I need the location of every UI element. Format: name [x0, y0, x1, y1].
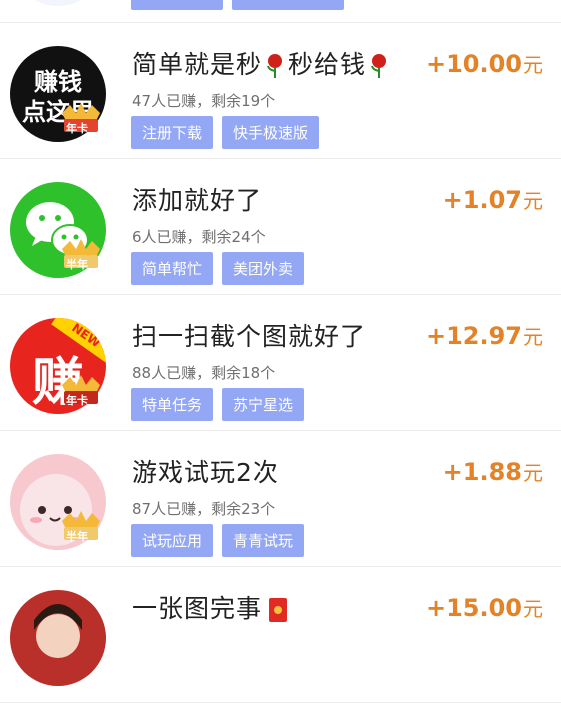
task-item[interactable]: NEW 赚 年卡 扫一扫截个图就好了 88人已赚，剩余18个 特单任务 苏宁星选…: [0, 295, 561, 431]
task-meta: 88人已赚，剩余18个: [132, 364, 276, 382]
task-item[interactable]: 半年 游戏试玩2次 87人已赚，剩余23个 试玩应用 青青试玩 +1.88元: [0, 431, 561, 567]
task-tags: [131, 0, 344, 10]
task-tags: 简单帮忙 美团外卖: [131, 252, 305, 285]
task-title[interactable]: 游戏试玩2次: [132, 453, 279, 489]
task-meta: 87人已赚，剩余23个: [132, 500, 276, 518]
rose-icon: [267, 54, 283, 78]
task-tag[interactable]: 苏宁星选: [222, 388, 305, 421]
red-envelope-icon: [269, 598, 288, 622]
task-item[interactable]: 赚钱 点这里 年卡 简单就是秒 秒给钱 47人已赚，剩余19个 注册下载 快手极速…: [0, 23, 561, 159]
task-item[interactable]: 一张图完事 +15.00元: [0, 567, 561, 703]
task-tag[interactable]: [232, 0, 344, 10]
task-title[interactable]: 简单就是秒 秒给钱: [132, 45, 392, 81]
task-title[interactable]: 添加就好了: [132, 181, 262, 217]
reward-unit: 元: [523, 325, 543, 349]
task-tag[interactable]: 注册下载: [131, 116, 214, 149]
task-title-part2: 秒给钱: [288, 50, 367, 79]
task-badge: 年卡: [66, 122, 88, 135]
task-reward: +12.97元: [426, 321, 543, 350]
task-tag[interactable]: 特单任务: [131, 388, 214, 421]
task-title-text: 一张图完事: [132, 594, 263, 623]
task-reward: +10.00元: [426, 49, 543, 78]
task-item[interactable]: [0, 0, 561, 23]
task-meta: 6人已赚，剩余24个: [132, 228, 266, 246]
reward-unit: 元: [523, 597, 543, 621]
task-tags: 注册下载 快手极速版: [131, 116, 320, 149]
task-reward: +1.88元: [443, 457, 543, 486]
task-tag[interactable]: [131, 0, 223, 10]
task-tag[interactable]: 快手极速版: [222, 116, 320, 149]
task-tags: 试玩应用 青青试玩: [131, 524, 305, 557]
task-tag[interactable]: 简单帮忙: [131, 252, 214, 285]
task-tag[interactable]: 青青试玩: [222, 524, 305, 557]
task-avatar: [10, 0, 106, 6]
task-tags: 特单任务 苏宁星选: [131, 388, 305, 421]
task-badge: 年卡: [66, 394, 88, 407]
task-badge: 半年: [66, 258, 88, 271]
task-list: 赚钱 点这里 年卡 简单就是秒 秒给钱 47人已赚，剩余19个 注册下载 快手极速…: [0, 0, 561, 703]
task-meta: 47人已赚，剩余19个: [132, 92, 276, 110]
reward-unit: 元: [523, 461, 543, 485]
reward-amount: +1.88: [442, 458, 522, 486]
reward-amount: +1.07: [442, 186, 522, 214]
reward-unit: 元: [523, 53, 543, 77]
reward-unit: 元: [523, 189, 543, 213]
reward-amount: +15.00: [425, 594, 522, 622]
task-avatar: [10, 590, 106, 686]
reward-amount: +10.00: [425, 50, 522, 78]
task-title[interactable]: 一张图完事: [132, 589, 288, 625]
task-title-part1: 简单就是秒: [132, 50, 263, 79]
reward-amount: +12.97: [425, 322, 522, 350]
task-item[interactable]: 半年 添加就好了 6人已赚，剩余24个 简单帮忙 美团外卖 +1.07元: [0, 159, 561, 295]
task-reward: +15.00元: [426, 593, 543, 622]
person-photo-icon: [34, 604, 82, 658]
task-tag[interactable]: 美团外卖: [222, 252, 305, 285]
rose-icon: [371, 54, 387, 78]
task-reward: +1.07元: [443, 185, 543, 214]
task-badge: 半年: [66, 530, 88, 543]
task-tag[interactable]: 试玩应用: [131, 524, 214, 557]
task-title[interactable]: 扫一扫截个图就好了: [132, 317, 366, 353]
